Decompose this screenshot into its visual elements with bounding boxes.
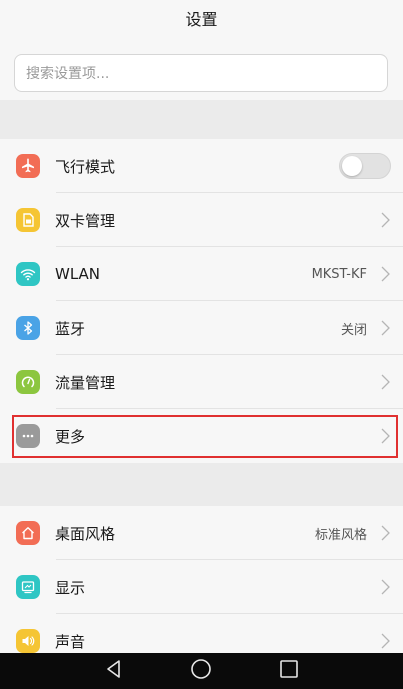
settings-item-display[interactable]: 显示 xyxy=(0,560,403,614)
chevron-right-icon xyxy=(379,265,391,283)
chevron-right-icon xyxy=(379,373,391,391)
settings-item-wlan[interactable]: WLAN MKST-KF xyxy=(0,247,403,301)
data-usage-icon xyxy=(16,370,40,394)
chevron-right-icon xyxy=(379,524,391,542)
more-icon xyxy=(16,424,40,448)
settings-item-data-usage[interactable]: 流量管理 xyxy=(0,355,403,409)
settings-group-connectivity: 飞行模式 双卡管理 WLAN MKST-KF 蓝牙 关闭 流量管理 更多 xyxy=(0,139,403,463)
settings-item-label: 桌面风格 xyxy=(55,524,116,543)
chevron-right-icon xyxy=(379,211,391,229)
section-divider xyxy=(0,463,403,506)
settings-item-home-style[interactable]: 桌面风格 标准风格 xyxy=(0,506,403,560)
back-button[interactable] xyxy=(103,658,125,684)
settings-item-dual-sim[interactable]: 双卡管理 xyxy=(0,193,403,247)
settings-item-more[interactable]: 更多 xyxy=(0,409,403,463)
display-icon xyxy=(16,575,40,599)
settings-group-personalization: 桌面风格 标准风格 显示 声音 xyxy=(0,506,403,668)
search-placeholder: 搜索设置项... xyxy=(26,66,110,82)
home-circle-icon xyxy=(191,659,212,679)
section-divider xyxy=(0,100,403,139)
recents-square-icon xyxy=(280,660,298,678)
chevron-right-icon xyxy=(379,632,391,650)
settings-item-value: MKST-KF xyxy=(311,266,367,282)
airplane-mode-toggle[interactable] xyxy=(339,153,391,179)
settings-item-bluetooth[interactable]: 蓝牙 关闭 xyxy=(0,301,403,355)
chevron-right-icon xyxy=(379,427,391,445)
chevron-right-icon xyxy=(379,319,391,337)
settings-item-label: 声音 xyxy=(55,632,86,651)
airplane-icon xyxy=(16,154,40,178)
home-icon xyxy=(16,521,40,545)
settings-item-label: 双卡管理 xyxy=(55,211,116,230)
sim-card-icon xyxy=(16,208,40,232)
settings-item-label: 显示 xyxy=(55,578,86,597)
system-navigation-bar xyxy=(0,653,403,689)
search-container: 搜索设置项... xyxy=(0,42,403,100)
settings-item-value: 标准风格 xyxy=(314,527,367,543)
settings-item-label: 飞行模式 xyxy=(55,157,116,176)
settings-item-label: 更多 xyxy=(55,427,86,446)
settings-item-label: WLAN xyxy=(55,265,101,283)
settings-item-airplane-mode[interactable]: 飞行模式 xyxy=(0,139,403,193)
toggle-knob xyxy=(342,156,362,176)
settings-item-label: 流量管理 xyxy=(55,373,116,392)
sound-icon xyxy=(16,629,40,653)
recents-button[interactable] xyxy=(278,658,300,684)
search-input[interactable]: 搜索设置项... xyxy=(14,54,388,92)
bluetooth-icon xyxy=(16,316,40,340)
chevron-right-icon xyxy=(379,578,391,596)
home-button[interactable] xyxy=(190,658,212,684)
settings-item-label: 蓝牙 xyxy=(55,319,86,338)
page-title: 设置 xyxy=(185,10,218,29)
wifi-icon xyxy=(16,262,40,286)
title-bar: 设置 xyxy=(0,0,403,42)
settings-item-value: 关闭 xyxy=(340,322,367,338)
back-triangle-icon xyxy=(107,660,120,678)
